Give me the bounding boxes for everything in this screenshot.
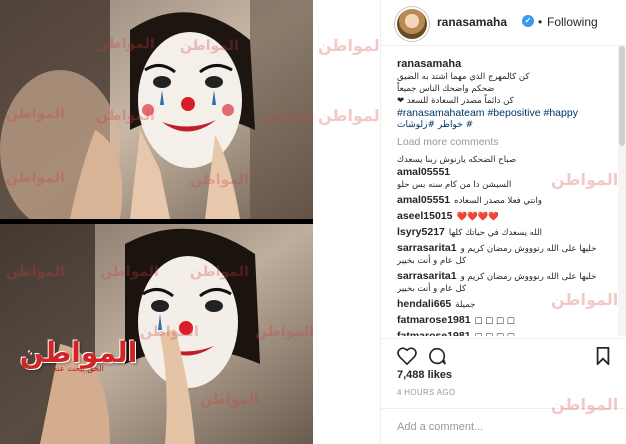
likes-count[interactable]: 7,488 likes (397, 369, 452, 381)
add-comment-section (381, 408, 626, 444)
comment-username[interactable]: lsyry5217 (397, 226, 445, 239)
comment-text: كل عام و أنت بخيير (397, 256, 467, 266)
bookmark-icon[interactable] (595, 347, 611, 365)
comment-text: الله يسعدك في حياتك كلها (448, 228, 542, 238)
scrollbar-thumb[interactable] (619, 46, 625, 146)
separator-dot: • (538, 15, 543, 29)
comment-item: fatmarose1981 □ □ □ □ (397, 314, 617, 327)
comment-username[interactable]: aseel15015 (397, 210, 452, 223)
comment-username[interactable]: hendali665 (397, 298, 451, 311)
clown-mirror-image (0, 224, 313, 444)
comment-text: كل عام و أنت بخيير (397, 284, 467, 294)
heart-icon[interactable] (397, 347, 417, 365)
avatar[interactable] (397, 9, 427, 39)
caption-username[interactable]: ranasamaha (397, 58, 617, 71)
clown-portrait-image (0, 0, 313, 219)
comment-item: sarrasarita1 خليها على الله رنوووش رمضان… (397, 242, 617, 267)
comments-list: ranasamaha كن كالمهرج الذي مهما اشتد به … (397, 58, 617, 336)
comment-text: ❤️❤️❤️❤️ (456, 212, 499, 222)
comments-scrollbar[interactable] (618, 46, 626, 336)
comment-item: hendali665 جميلة (397, 298, 617, 311)
post-username[interactable]: ranasamaha (437, 15, 507, 29)
comment-item: fatmarose1981 □ □ □ □ (397, 330, 617, 336)
comment-text: □ □ □ □ (475, 331, 515, 336)
add-comment-input[interactable] (397, 418, 607, 436)
comment-username[interactable]: sarrasarita1 (397, 270, 457, 283)
comment-text: □ □ □ □ (474, 316, 515, 326)
post-photos: المواطن المواطن المواطن المواطن المواطن … (0, 0, 313, 444)
comment-item: aseel15015 ❤️❤️❤️❤️ (397, 210, 617, 223)
comment-text: وانتي فعلا مصدر السعاده (454, 196, 542, 206)
action-bar (381, 338, 626, 368)
comment-icon[interactable] (427, 347, 447, 365)
caption-line: كن كالمهرج الذي مهما اشتد به الضيق (397, 72, 530, 82)
comment-username[interactable]: fatmarose1981 (397, 330, 471, 336)
comment-username[interactable]: sarrasarita1 (397, 242, 457, 255)
comment-text: صباح الضحكه يارنوش ربنا يسعدك (397, 155, 517, 165)
comment-text: خليها على الله رنوووش رمضان كريم و (460, 244, 597, 254)
following-button[interactable]: Following (547, 15, 598, 29)
watermark-text: المواطن (318, 106, 386, 125)
comment-username[interactable]: amal05551 (397, 194, 450, 207)
post-header: ranasamaha ✓ • Following (381, 0, 626, 46)
comment-text: جميلة (455, 300, 476, 310)
caption-hashtags[interactable]: #ranasamahateam #bepositive #happy (397, 107, 617, 119)
caption-line: ضحكم واضحك الناس جميعاً (397, 84, 495, 94)
photo-top: المواطن المواطن المواطن المواطن المواطن … (0, 0, 313, 219)
post-panel: ranasamaha ✓ • Following ranasamaha كن ك… (380, 0, 626, 444)
comment-username[interactable]: fatmarose1981 (397, 314, 471, 327)
comment-item: sarrasarita1 خليها على الله رنوووش رمضان… (397, 270, 617, 295)
watermark-text: المواطن (318, 36, 386, 55)
load-more-comments-link[interactable]: Load more comments (397, 136, 617, 148)
comment-username[interactable]: amal05551 (397, 166, 450, 179)
caption-hashtags-arabic[interactable]: خواطر #زلوشات # (397, 119, 617, 131)
brand-logo: المواطن الحق نبحث عنه (16, 338, 141, 374)
post-caption: ranasamaha كن كالمهرج الذي مهما اشتد به … (397, 58, 617, 131)
caption-line: كن دائماً مصدر السعادة للسعد ❤ (397, 96, 514, 106)
comment-item: صباح الضحكه يارنوش ربنا يسعدك amal05551 … (397, 154, 617, 191)
comment-item: lsyry5217 الله يسعدك في حياتك كلها (397, 226, 617, 239)
comment-text: السيشن دا من كام سنه بس حلو (397, 180, 512, 190)
post-timestamp: 4 HOURS AGO (397, 388, 456, 397)
photo-bottom: المواطن المواطن المواطن المواطن المواطن … (0, 224, 313, 444)
verified-badge-icon: ✓ (522, 15, 534, 27)
comment-text: خليها على الله رنوووش رمضان كريم و (460, 272, 597, 282)
comment-item: amal05551 وانتي فعلا مصدر السعاده (397, 194, 617, 207)
